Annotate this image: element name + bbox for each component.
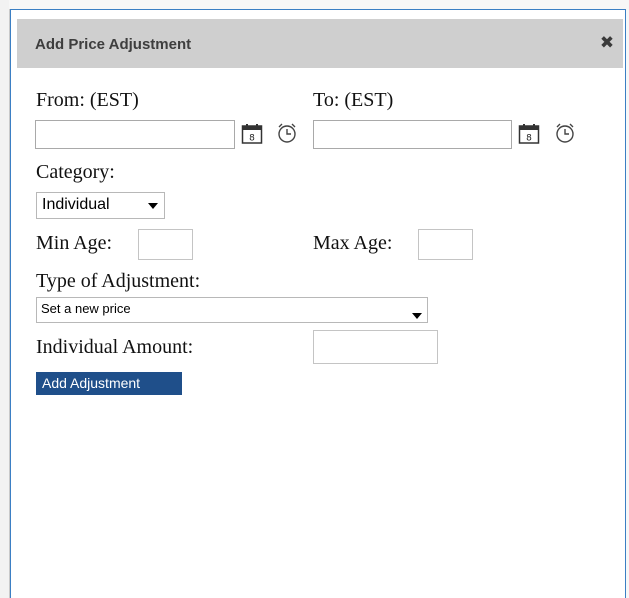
- category-selected-value: Individual: [42, 196, 110, 213]
- clock-icon[interactable]: [276, 122, 298, 144]
- dialog-titlebar: Add Price Adjustment ✖: [17, 19, 623, 68]
- background-page: [0, 0, 10, 598]
- category-label: Category:: [36, 161, 115, 183]
- from-label: From: (EST): [36, 89, 139, 111]
- calendar-icon[interactable]: 8: [518, 123, 540, 145]
- amount-input[interactable]: [313, 330, 438, 364]
- close-icon[interactable]: ✖: [597, 33, 617, 53]
- adjustment-type-label: Type of Adjustment:: [36, 270, 201, 292]
- dialog-title: Add Price Adjustment: [35, 36, 192, 53]
- to-date-input[interactable]: [313, 120, 512, 149]
- adjustment-type-select[interactable]: Set a new price: [36, 297, 428, 323]
- calendar-icon[interactable]: 8: [241, 123, 263, 145]
- category-select[interactable]: Individual: [36, 192, 165, 219]
- svg-text:8: 8: [249, 134, 255, 144]
- chevron-down-icon: [148, 203, 158, 209]
- min-age-label: Min Age:: [36, 232, 113, 254]
- chevron-down-icon: [412, 313, 422, 319]
- background-page-top: [9, 0, 626, 9]
- svg-text:8: 8: [526, 134, 532, 144]
- adjustment-type-selected-value: Set a new price: [41, 301, 131, 316]
- max-age-input[interactable]: [418, 229, 473, 260]
- clock-icon[interactable]: [554, 122, 576, 144]
- amount-label: Individual Amount:: [36, 336, 194, 358]
- add-adjustment-button[interactable]: Add Adjustment: [36, 372, 182, 395]
- max-age-label: Max Age:: [313, 232, 393, 254]
- to-label: To: (EST): [313, 89, 394, 111]
- min-age-input[interactable]: [138, 229, 193, 260]
- from-date-input[interactable]: [35, 120, 235, 149]
- price-adjustment-dialog: Add Price Adjustment ✖ From: (EST) 8 To:…: [10, 9, 626, 598]
